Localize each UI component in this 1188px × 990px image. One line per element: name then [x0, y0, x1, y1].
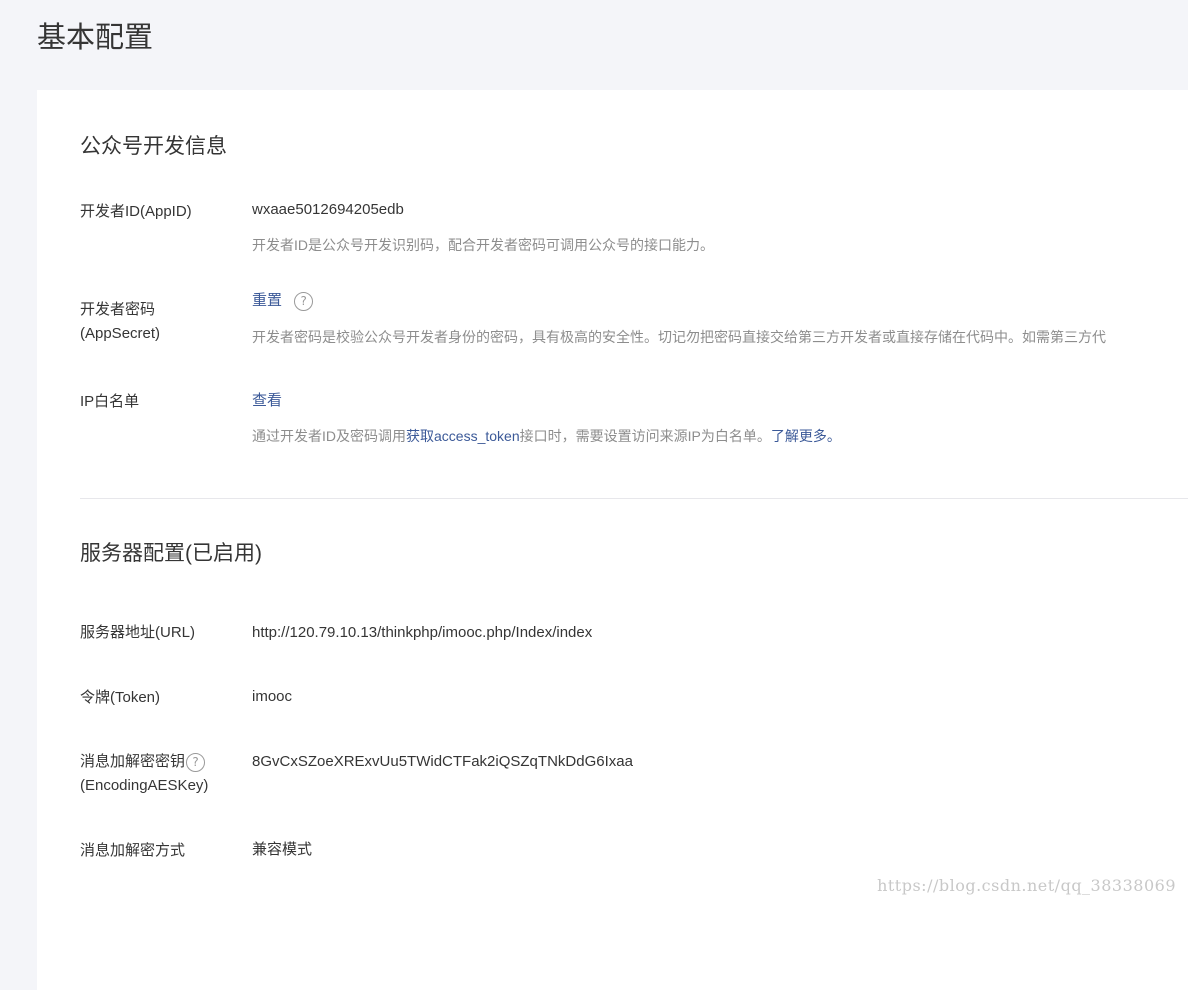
- encrypt-mode-value: 兼容模式: [252, 841, 313, 858]
- ip-whitelist-description: 通过开发者ID及密码调用获取access_token接口时，需要设置访问来源IP…: [252, 425, 841, 447]
- ip-desc-middle: 接口时，需要设置访问来源IP为白名单。: [519, 428, 771, 444]
- watermark: https://blog.csdn.net/qq_38338069: [877, 876, 1176, 895]
- appid-value: wxaae5012694205edb: [252, 201, 404, 218]
- appsecret-label-line2: (AppSecret): [80, 325, 161, 342]
- appsecret-actions: 重置 ?: [252, 290, 314, 312]
- view-whitelist-link[interactable]: 查看: [252, 392, 282, 409]
- aeskey-value: 8GvCxSZoeXRExvUu5TWidCTFak2iQSZqTNkDdG6I…: [252, 753, 633, 770]
- help-icon[interactable]: ?: [186, 752, 206, 772]
- ip-desc-prefix: 通过开发者ID及密码调用: [252, 428, 406, 444]
- aeskey-label-line1: 消息加解密密钥: [80, 753, 186, 770]
- learn-more-link[interactable]: 了解更多。: [771, 428, 841, 444]
- reset-secret-link[interactable]: 重置: [252, 292, 282, 309]
- encrypt-mode-label: 消息加解密方式: [80, 842, 186, 859]
- help-icon[interactable]: ?: [294, 291, 314, 311]
- token-value: imooc: [252, 688, 293, 705]
- page-title: 基本配置: [37, 22, 154, 54]
- appsecret-label-line1: 开发者密码: [80, 301, 156, 318]
- server-config-section-title: 服务器配置(已启用): [80, 542, 262, 565]
- ip-whitelist-label: IP白名单: [80, 393, 140, 410]
- aeskey-label-line2: (EncodingAESKey): [80, 777, 209, 794]
- aeskey-label: 消息加解密密钥? (EncodingAESKey): [80, 750, 208, 798]
- section-divider: [80, 498, 1188, 499]
- server-url-value: http://120.79.10.13/thinkphp/imooc.php/I…: [252, 624, 593, 641]
- dev-info-section-title: 公众号开发信息: [80, 135, 227, 158]
- appid-description: 开发者ID是公众号开发识别码，配合开发者密码可调用公众号的接口能力。: [252, 237, 714, 253]
- config-card: 公众号开发信息 开发者ID(AppID) wxaae5012694205edb …: [37, 90, 1188, 990]
- appid-label: 开发者ID(AppID): [80, 203, 192, 220]
- appsecret-label: 开发者密码 (AppSecret): [80, 298, 160, 346]
- server-url-label: 服务器地址(URL): [80, 624, 195, 641]
- ip-whitelist-actions: 查看: [252, 390, 282, 412]
- access-token-link[interactable]: 获取access_token: [406, 428, 520, 444]
- aeskey-label-line1-wrap: 消息加解密密钥?: [80, 750, 208, 774]
- token-label: 令牌(Token): [80, 689, 161, 706]
- appsecret-description: 开发者密码是校验公众号开发者身份的密码，具有极高的安全性。切记勿把密码直接交给第…: [252, 329, 1106, 345]
